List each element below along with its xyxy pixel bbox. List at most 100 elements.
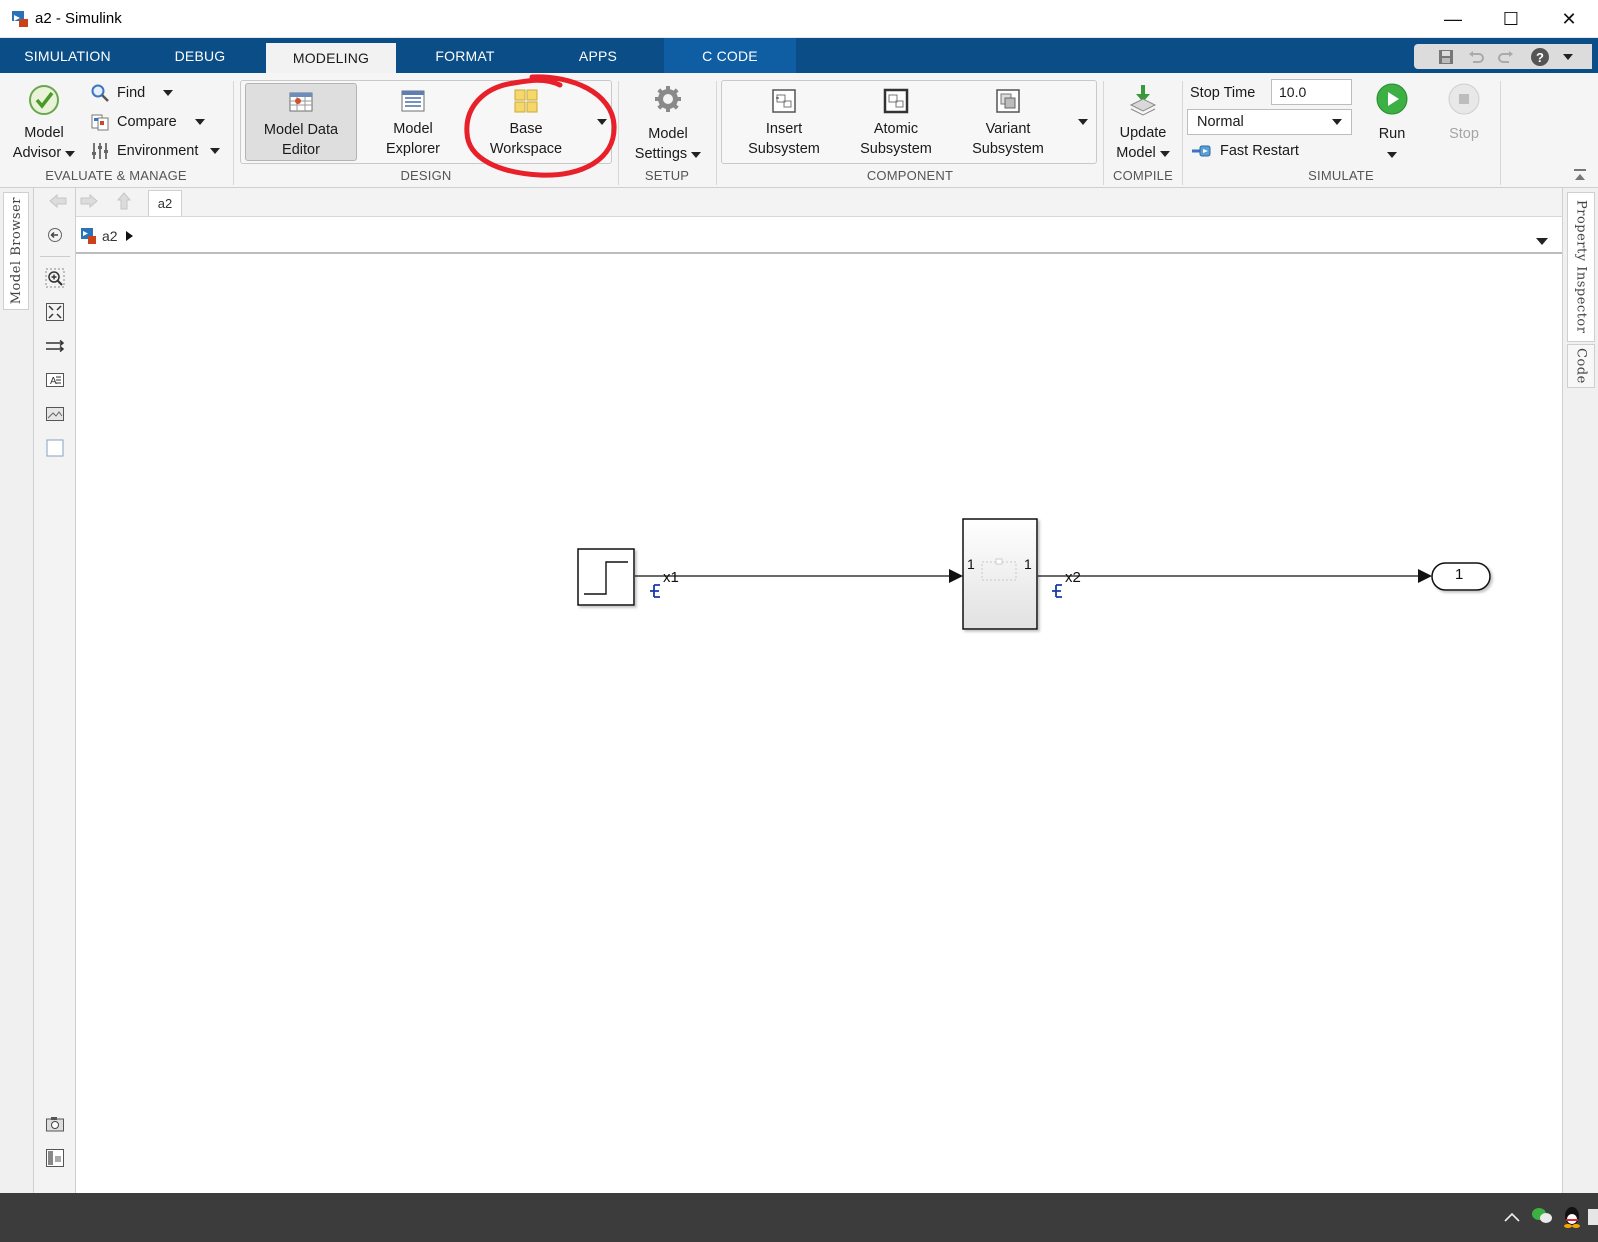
atomic-subsystem-icon bbox=[883, 88, 909, 114]
compare-icon bbox=[91, 114, 109, 131]
chevron-down-icon bbox=[1536, 238, 1548, 245]
step-block[interactable] bbox=[577, 548, 635, 606]
section-label-component: COMPONENT bbox=[866, 168, 954, 183]
forward-arrow-icon[interactable] bbox=[79, 192, 101, 212]
undo-icon[interactable] bbox=[1466, 47, 1486, 67]
simulation-mode-select[interactable]: Normal bbox=[1187, 109, 1352, 135]
tab-format[interactable]: FORMAT bbox=[398, 38, 532, 73]
tab-a2[interactable]: a2 bbox=[148, 190, 182, 216]
ribbon-tab-strip: SIMULATION DEBUG MODELING FORMAT APPS C … bbox=[0, 38, 1598, 73]
signal-label-x2[interactable]: x2 bbox=[1065, 569, 1081, 586]
chevron-down-icon bbox=[210, 148, 221, 154]
tab-modeling[interactable]: MODELING bbox=[266, 43, 396, 73]
help-icon[interactable]: ? bbox=[1530, 47, 1550, 67]
code-tab[interactable]: Code bbox=[1567, 344, 1595, 388]
chevron-down-icon[interactable] bbox=[1558, 47, 1578, 67]
redo-icon[interactable] bbox=[1496, 47, 1516, 67]
input-method-icon[interactable] bbox=[1588, 1209, 1598, 1225]
subsystem-block[interactable] bbox=[962, 518, 1038, 630]
model-settings-button[interactable]: Model Settings bbox=[625, 84, 711, 164]
subsystem-out-port-label: 1 bbox=[1024, 556, 1032, 572]
section-label-evaluate: EVALUATE & MANAGE bbox=[45, 168, 187, 183]
maximize-button[interactable]: ☐ bbox=[1482, 0, 1540, 38]
chevron-right-icon bbox=[125, 231, 133, 241]
chevron-down-icon bbox=[1332, 119, 1342, 125]
simulink-icon bbox=[12, 11, 28, 27]
tab-apps[interactable]: APPS bbox=[532, 38, 664, 73]
chevron-down-icon bbox=[163, 90, 174, 96]
svg-text:?: ? bbox=[1536, 50, 1544, 65]
fast-restart-icon bbox=[1192, 145, 1211, 157]
wechat-icon[interactable] bbox=[1531, 1206, 1553, 1228]
collapse-ribbon-icon[interactable] bbox=[1572, 167, 1588, 183]
sliders-icon bbox=[92, 143, 108, 159]
qq-icon[interactable] bbox=[1562, 1205, 1582, 1229]
find-button[interactable]: Find bbox=[90, 82, 174, 104]
model-browser-tab[interactable]: Model Browser bbox=[3, 192, 29, 310]
up-arrow-icon[interactable] bbox=[115, 191, 135, 213]
back-arrow-icon[interactable] bbox=[48, 192, 70, 212]
chevron-down-icon bbox=[691, 152, 702, 158]
data-table-icon bbox=[289, 92, 313, 112]
quick-access-toolbar: ? bbox=[1414, 44, 1592, 69]
fast-restart-toggle[interactable]: Fast Restart bbox=[1190, 140, 1299, 162]
model-explorer-button[interactable]: Model Explorer bbox=[358, 87, 468, 159]
zoom-in-icon[interactable] bbox=[42, 266, 68, 290]
subsystem-icon bbox=[772, 89, 796, 113]
chevron-down-icon bbox=[1078, 119, 1088, 125]
breadcrumb-dropdown-button[interactable] bbox=[1536, 232, 1548, 250]
block-diagram bbox=[577, 518, 1491, 630]
signal-object-icon bbox=[650, 584, 660, 598]
model-browser-toggle-icon[interactable] bbox=[42, 1146, 68, 1170]
outport-number: 1 bbox=[1455, 566, 1464, 583]
area-icon[interactable] bbox=[42, 436, 68, 460]
compare-button[interactable]: Compare bbox=[90, 111, 205, 133]
update-model-button[interactable]: Update Model bbox=[1107, 83, 1179, 163]
insert-subsystem-button[interactable]: Insert Subsystem bbox=[728, 87, 840, 159]
signal-arrows-icon[interactable] bbox=[42, 334, 68, 358]
camera-icon[interactable] bbox=[42, 1112, 68, 1136]
breadcrumb: a2 bbox=[76, 216, 1562, 254]
signal-label-x1[interactable]: x1 bbox=[663, 569, 679, 586]
model-advisor-button[interactable]: Model Advisor bbox=[6, 81, 82, 163]
run-button[interactable]: Run bbox=[1362, 81, 1422, 164]
run-play-icon bbox=[1376, 83, 1408, 115]
chevron-down-icon bbox=[1387, 152, 1397, 158]
stop-time-input[interactable]: 10.0 bbox=[1271, 79, 1352, 105]
chevron-up-icon[interactable] bbox=[1503, 1209, 1521, 1225]
variant-subsystem-icon bbox=[996, 89, 1020, 113]
chevron-down-icon bbox=[65, 151, 76, 157]
svg-text:A: A bbox=[50, 376, 57, 387]
image-icon[interactable] bbox=[42, 402, 68, 426]
hide-show-browser-icon[interactable] bbox=[42, 223, 68, 247]
breadcrumb-item-a2[interactable]: a2 bbox=[80, 226, 133, 246]
chevron-down-icon bbox=[194, 119, 205, 125]
atomic-subsystem-button[interactable]: Atomic Subsystem bbox=[840, 87, 952, 159]
environment-button[interactable]: Environment bbox=[90, 140, 221, 162]
stop-button[interactable]: Stop bbox=[1434, 81, 1494, 144]
minimize-button[interactable]: — bbox=[1424, 0, 1482, 38]
section-label-design: DESIGN bbox=[400, 168, 452, 183]
property-inspector-tab[interactable]: Property Inspector bbox=[1567, 192, 1595, 342]
fit-to-view-icon[interactable] bbox=[42, 300, 68, 324]
signal-line-x1[interactable] bbox=[635, 569, 963, 583]
tab-c-code[interactable]: C CODE bbox=[664, 38, 796, 73]
signal-line-x2[interactable] bbox=[1038, 569, 1432, 583]
update-model-icon bbox=[1129, 85, 1157, 116]
system-taskbar bbox=[0, 1193, 1598, 1242]
component-gallery-expand-button[interactable] bbox=[1073, 81, 1093, 163]
annotation-icon[interactable]: A bbox=[42, 368, 68, 392]
stop-time-label: Stop Time bbox=[1190, 85, 1256, 101]
variant-subsystem-button[interactable]: Variant Subsystem bbox=[952, 87, 1064, 159]
section-label-setup: SETUP bbox=[644, 168, 690, 183]
title-bar: a2 - Simulink — ☐ ✕ bbox=[0, 0, 1598, 38]
model-data-editor-button[interactable]: Model Data Editor bbox=[245, 83, 357, 161]
toolbar-divider bbox=[40, 256, 70, 257]
model-canvas[interactable]: x1 1 1 x2 1 bbox=[76, 256, 1562, 1193]
save-icon[interactable] bbox=[1436, 47, 1456, 67]
tab-simulation[interactable]: SIMULATION bbox=[0, 38, 135, 73]
stop-icon bbox=[1448, 83, 1480, 115]
close-button[interactable]: ✕ bbox=[1540, 0, 1598, 38]
model-explorer-icon bbox=[401, 90, 425, 112]
tab-debug[interactable]: DEBUG bbox=[135, 38, 265, 73]
